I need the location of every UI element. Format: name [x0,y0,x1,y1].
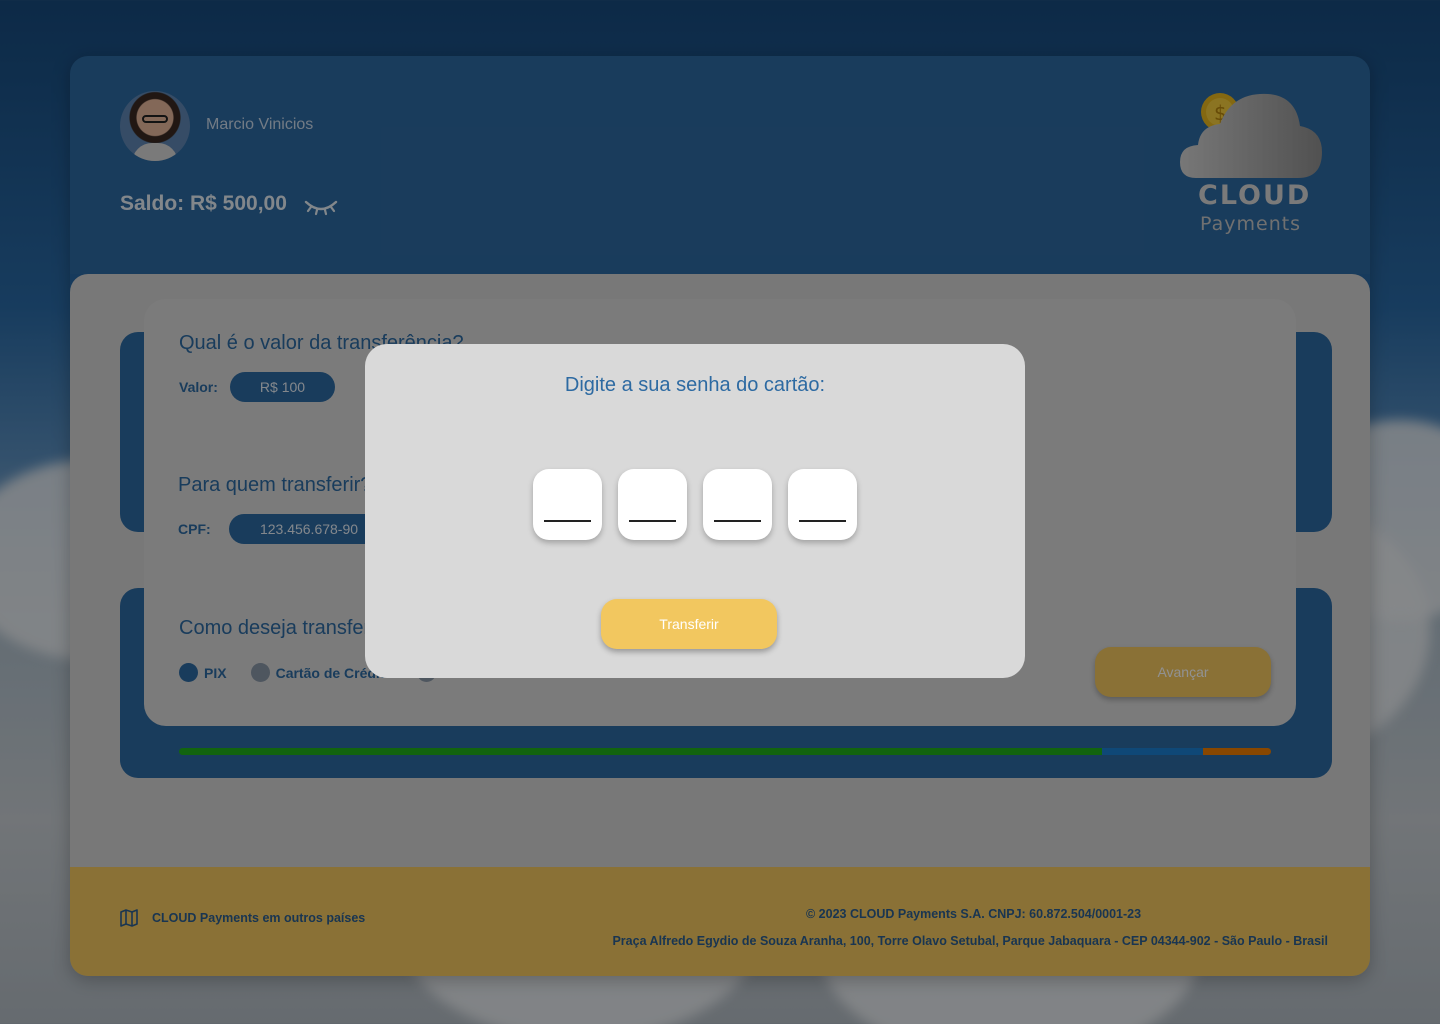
pin-digit-3-input[interactable] [714,489,761,522]
pin-digit-1-input[interactable] [544,489,591,522]
pin-digit-4-input[interactable] [799,489,846,522]
pin-digit-box [533,469,602,540]
pin-digit-2-input[interactable] [629,489,676,522]
card-password-modal: Digite a sua senha do cartão: Transferir [365,344,1025,678]
modal-title: Digite a sua senha do cartão: [564,374,826,396]
pin-digit-box [788,469,857,540]
transfer-button[interactable]: Transferir [601,599,777,649]
pin-digit-box [703,469,772,540]
pin-digit-box [618,469,687,540]
